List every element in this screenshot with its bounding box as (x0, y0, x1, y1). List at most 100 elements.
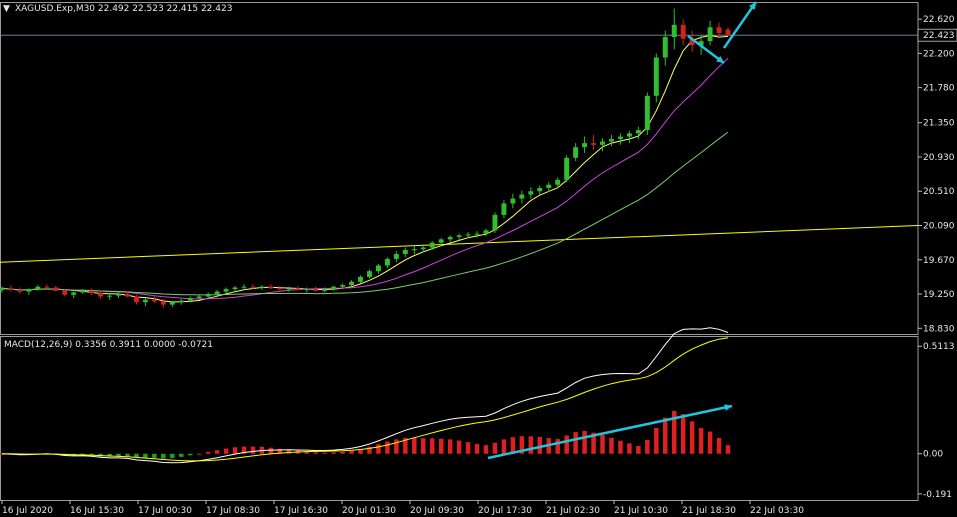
price-tick-label: 18.830 (923, 324, 955, 334)
price-tick-label: 21.350 (923, 119, 955, 129)
candle-body (0, 288, 5, 290)
candle-body (142, 299, 148, 303)
macd-histogram-bar (663, 417, 668, 454)
macd-histogram-bar (152, 453, 157, 458)
candle-body (375, 265, 381, 272)
candle-body (492, 214, 498, 231)
candle-body (250, 286, 256, 288)
macd-histogram-bar (179, 453, 184, 457)
candle-body (420, 247, 426, 250)
candle-body (107, 295, 113, 297)
candle-body (528, 191, 534, 195)
candle-body (680, 24, 686, 39)
macd-histogram-bar (421, 438, 426, 454)
dropdown-arrow-icon[interactable]: ▼ (3, 4, 10, 14)
macd-histogram-bar (429, 438, 435, 454)
candle-body (474, 233, 480, 235)
price-tick-label: 19.670 (923, 256, 955, 266)
macd-histogram-bar (725, 445, 731, 454)
candle-body (662, 37, 668, 58)
candle-body (393, 254, 399, 259)
candle-body (322, 289, 328, 291)
macd-histogram-bar (223, 448, 229, 454)
macd-histogram-bar (528, 436, 534, 454)
candle-body (555, 179, 561, 185)
candle-body (178, 300, 184, 303)
macd-header: MACD(12,26,9) 0.3356 0.3911 0.0000 -0.07… (4, 340, 213, 350)
macd-histogram-bar (689, 421, 695, 454)
macd-histogram-bar (268, 447, 274, 454)
macd-histogram-bar (600, 435, 605, 454)
candle-body (268, 286, 274, 289)
macd-histogram-bar (232, 447, 238, 454)
candle-body (635, 130, 641, 134)
macd-histogram-bar (627, 443, 632, 454)
candle-body (537, 187, 543, 192)
macd-histogram-bar (573, 432, 578, 454)
price-tick-label: 19.250 (923, 290, 955, 300)
price-chart[interactable]: 22.620 22.200 21.780 21.350 20.930 20.510 20.0… (0, 0, 957, 517)
candle-body (483, 230, 489, 234)
candle-body (349, 281, 355, 286)
candle-body (591, 143, 597, 145)
macd-histogram-bar (501, 439, 507, 454)
time-tick-label: 21 Jul 18:30 (682, 506, 736, 516)
macd-tick-label: 0.00 (923, 450, 943, 460)
macd-histogram-bar (250, 446, 256, 454)
candle-body (447, 236, 453, 240)
time-tick-label: 20 Jul 01:30 (342, 506, 396, 516)
macd-histogram-bar (196, 453, 202, 455)
candle-body (80, 290, 86, 293)
macd-histogram-bar (349, 450, 354, 454)
candle-body (438, 239, 444, 243)
price-tick-label: 20.090 (923, 222, 955, 232)
candle-body (671, 24, 677, 38)
macd-histogram-bar (187, 453, 193, 456)
macd-histogram-bar (645, 439, 650, 454)
macd-histogram-bar (447, 439, 453, 454)
macd-tick-label: 0.5113 (923, 342, 955, 352)
candle-body (133, 296, 139, 303)
macd-histogram-bar (555, 439, 560, 454)
candle-body (295, 288, 301, 290)
macd-histogram-bar (707, 431, 713, 454)
macd-histogram-bar (698, 428, 704, 454)
candle-body (519, 194, 525, 199)
macd-histogram-bar (394, 439, 399, 454)
macd-histogram-bar (654, 427, 659, 454)
candle-body (214, 291, 220, 295)
candle-body (277, 288, 283, 290)
candle-body (564, 157, 570, 180)
time-tick-label: 20 Jul 09:30 (410, 506, 464, 516)
candle-body (429, 242, 435, 248)
candle-body (644, 95, 650, 131)
macd-histogram-bar (438, 438, 444, 454)
candle-body (707, 27, 713, 42)
candle-body (196, 296, 202, 299)
macd-histogram-bar (636, 445, 641, 454)
macd-histogram-bar (492, 442, 498, 454)
candle-body (35, 286, 41, 290)
candle-body (259, 286, 265, 288)
macd-histogram-bar (170, 453, 175, 458)
candle-body (411, 249, 417, 251)
macd-histogram-bar (474, 443, 480, 454)
time-tick-label: 20 Jul 17:30 (478, 506, 532, 516)
candle-body (465, 234, 471, 236)
macd-histogram-bar (564, 435, 569, 454)
chart-background (0, 0, 957, 517)
time-tick-label: 21 Jul 10:30 (614, 506, 668, 516)
macd-histogram-bar (205, 451, 211, 454)
time-tick-label: 17 Jul 08:30 (206, 506, 260, 516)
candle-body (653, 57, 659, 96)
current-price-label: 22.423 (923, 31, 955, 41)
macd-histogram-bar (340, 451, 345, 454)
macd-histogram-bar (582, 430, 587, 454)
candle-body (546, 184, 552, 188)
macd-histogram-bar (161, 453, 166, 459)
candle-body (89, 290, 95, 294)
candle-body (116, 294, 121, 296)
candle-body (501, 203, 507, 215)
macd-histogram-bar (322, 452, 327, 454)
macd-histogram-bar (680, 414, 686, 454)
